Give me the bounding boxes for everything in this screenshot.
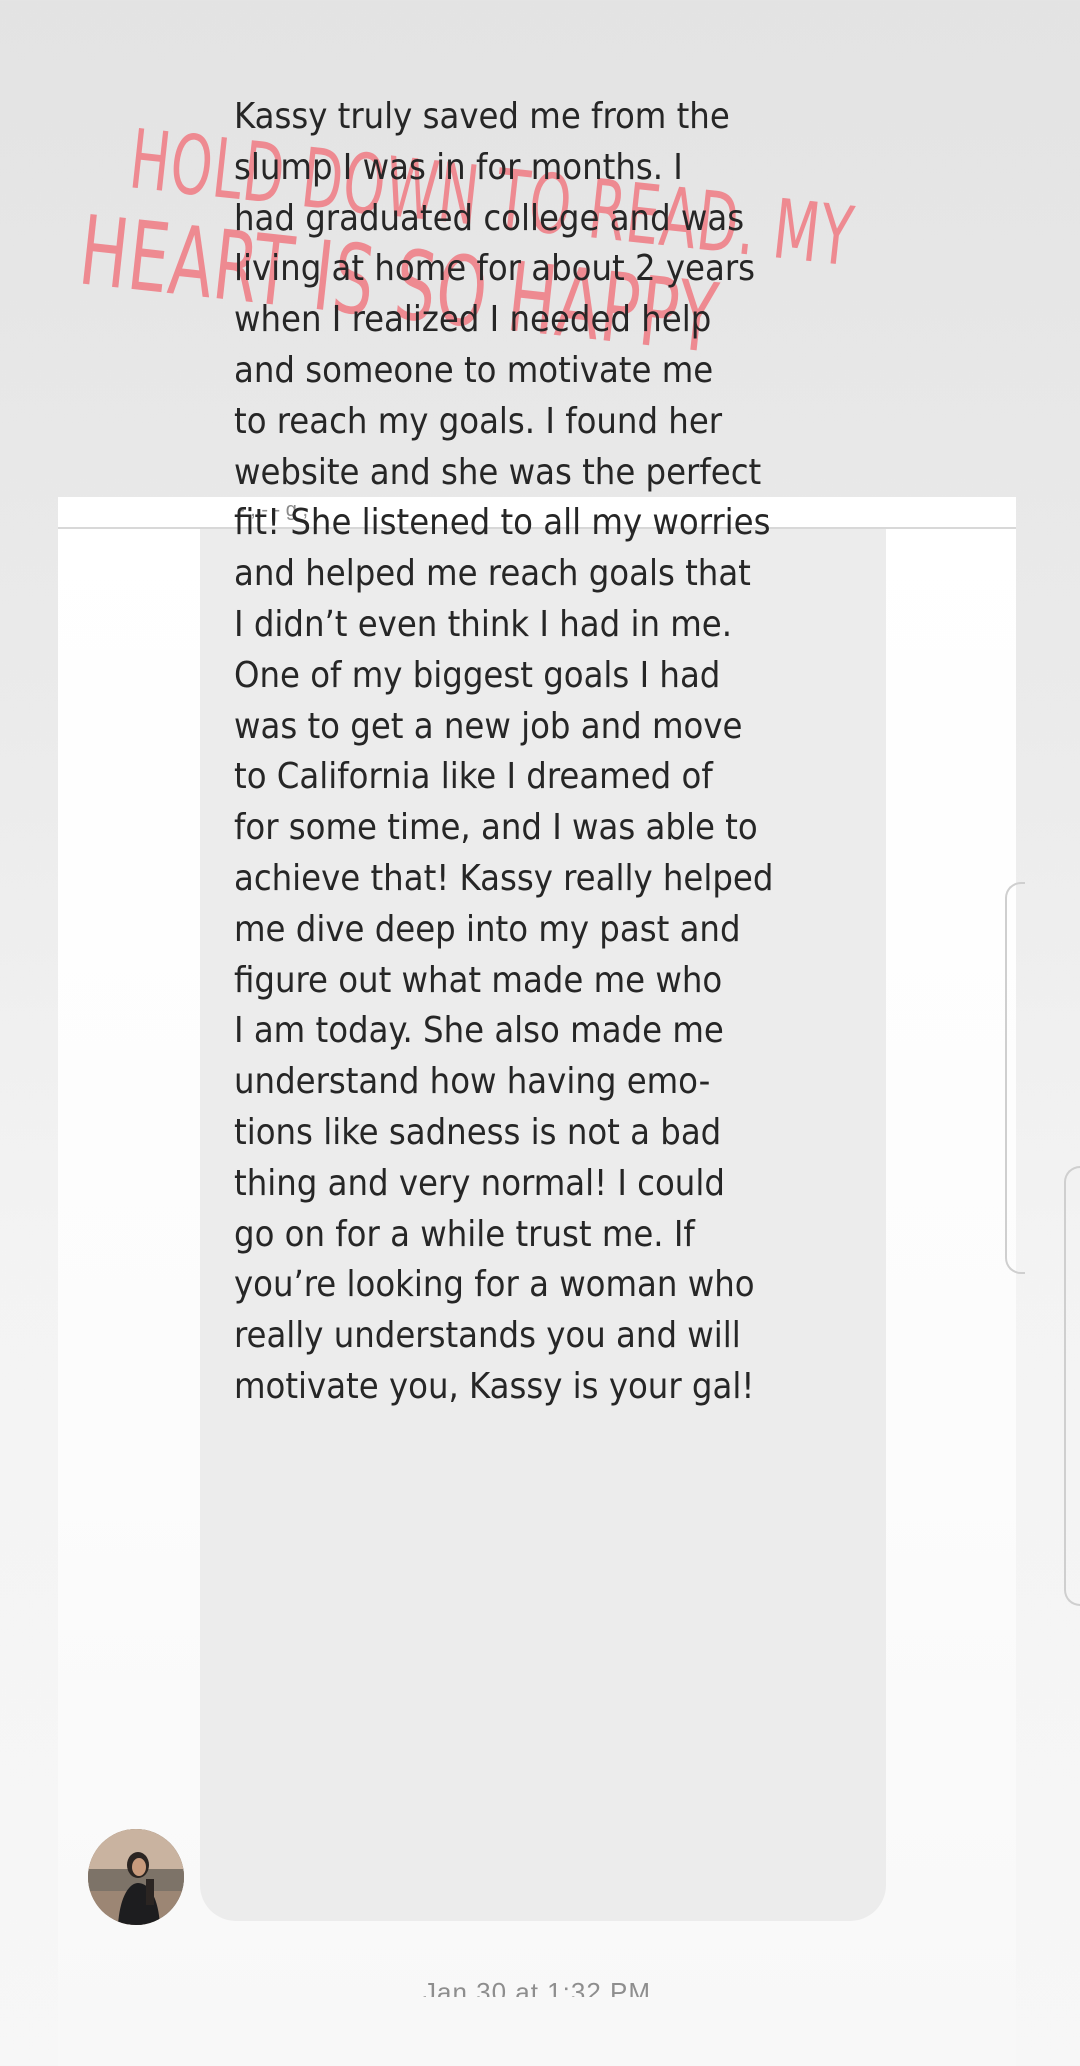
sender-avatar[interactable] (88, 1829, 184, 1925)
edge-panel-handle[interactable] (1005, 882, 1025, 1274)
message-timestamp: Jan 30 at 1:32 PM (58, 1967, 1016, 1997)
message-text: Kassy truly saved me from the slump I wa… (234, 96, 774, 1407)
profile-photo-icon (88, 1829, 184, 1925)
timestamp-text: Jan 30 at 1:32 PM (422, 1977, 652, 1997)
edge-panel-handle-secondary[interactable] (1064, 1166, 1080, 1606)
